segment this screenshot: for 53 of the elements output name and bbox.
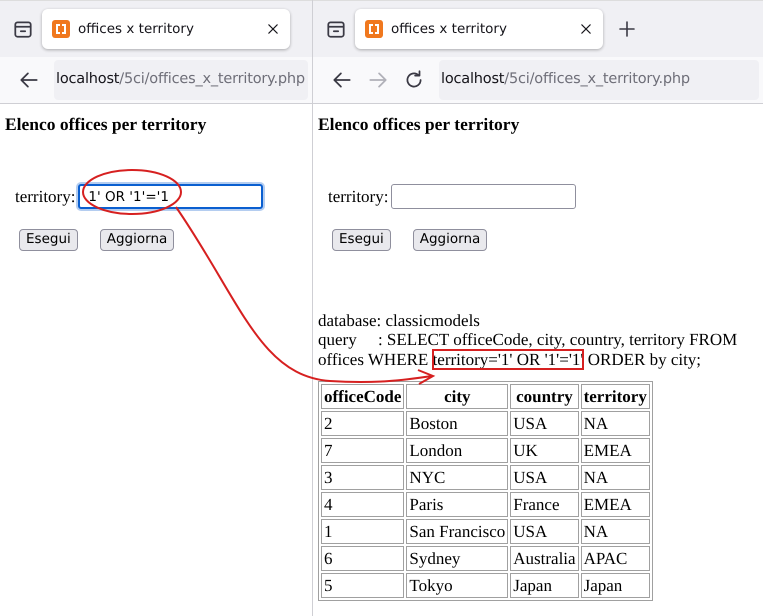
column-header: country (510, 384, 579, 410)
table-cell: 3 (321, 465, 404, 490)
table-cell: NYC (406, 465, 508, 490)
browser-tab[interactable]: offices x territory (42, 9, 290, 49)
table-cell: 5 (321, 573, 404, 598)
column-header: city (406, 384, 508, 410)
database-text: database: classicmodels (318, 310, 481, 330)
form-button[interactable]: Aggiorna (412, 229, 488, 251)
column-header: territory (580, 384, 650, 410)
table-cell: 1 (321, 519, 404, 544)
close-icon[interactable] (579, 22, 593, 36)
close-icon[interactable] (266, 22, 280, 36)
table-cell: APAC (580, 546, 650, 572)
table-cell: Boston (406, 411, 508, 436)
column-header: officeCode (321, 384, 404, 410)
browser-tab[interactable]: offices x territory (355, 9, 603, 49)
table-cell: NA (580, 465, 650, 490)
table-cell: EMEA (580, 492, 650, 518)
table-cell: NA (580, 411, 650, 436)
table-cell: France (510, 492, 579, 518)
table-cell: 2 (321, 411, 404, 436)
url-field[interactable]: localhost/5ci/offices_x_territory.php (54, 60, 308, 100)
table-cell: Tokyo (406, 573, 508, 598)
favicon-icon (365, 20, 383, 38)
page-heading: Elenco offices per territory (318, 114, 520, 134)
table-cell: UK (510, 438, 579, 464)
table-cell: 4 (321, 492, 404, 518)
table-cell: Japan (580, 573, 650, 598)
table-cell: Australia (510, 546, 579, 572)
table-cell: Sydney (406, 546, 508, 572)
table-cell: USA (510, 411, 579, 436)
input-field[interactable] (391, 184, 576, 210)
table-cell: 7 (321, 438, 404, 464)
table-cell: 6 (321, 546, 404, 572)
favicon-icon (52, 20, 70, 38)
table-cell: San Francisco (406, 519, 508, 544)
form-button[interactable]: Esegui (19, 229, 78, 251)
table-cell: NA (580, 519, 650, 544)
form-button[interactable]: Esegui (332, 229, 391, 251)
table-cell: EMEA (580, 438, 650, 464)
table-cell: Paris (406, 492, 508, 518)
query-text: query : SELECT officeCode, city, country, territory FROM offices WHERE territory='1' OR '1'='1' ORDER by city; (318, 330, 738, 370)
field-label: territory: (328, 186, 388, 206)
field-label: territory: (15, 186, 76, 206)
page-heading: Elenco offices per territory (5, 114, 208, 134)
new-tab-icon[interactable] (617, 19, 637, 39)
table-cell: USA (510, 465, 579, 490)
input-field[interactable]: 1' OR '1'='1 (78, 184, 264, 210)
form-button[interactable]: Aggiorna (100, 229, 174, 251)
url-field[interactable]: localhost/5ci/offices_x_territory.php (439, 60, 759, 100)
table-cell: USA (510, 519, 579, 544)
table-cell: Japan (510, 573, 579, 598)
table-cell: London (406, 438, 508, 464)
